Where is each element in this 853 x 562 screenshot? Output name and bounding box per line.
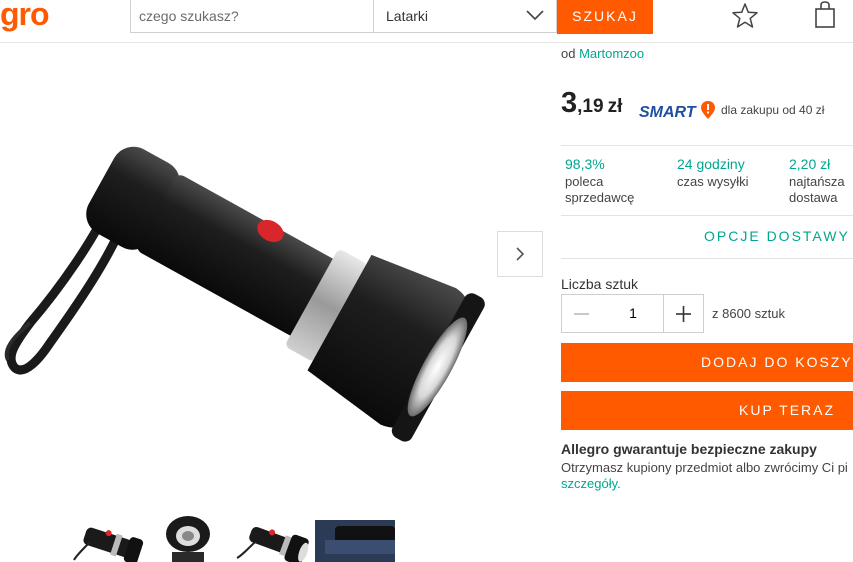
buy-now-button[interactable]: KUP TERAZ: [561, 391, 853, 430]
guarantee-title: Allegro gwarantuje bezpieczne zakupy: [561, 441, 817, 457]
quantity-increase-button[interactable]: [663, 295, 703, 332]
quantity-input[interactable]: [601, 295, 665, 332]
stat-label: dostawa: [789, 190, 838, 205]
star-icon[interactable]: [731, 2, 759, 30]
thumbnail-2[interactable]: [158, 512, 238, 562]
flashlight-thumbnail: [73, 527, 144, 562]
allegro-logo[interactable]: gro: [0, 0, 50, 33]
stat-label: czas wysyłki: [677, 174, 749, 189]
price-integer: 3: [561, 87, 578, 119]
quantity-stepper: [561, 294, 704, 333]
chevron-down-icon: [526, 10, 544, 21]
smart-badge[interactable]: SMART: [639, 100, 716, 122]
thumbnail-1[interactable]: [70, 512, 150, 562]
flashlight-thumbnail: [236, 526, 309, 562]
product-main-image[interactable]: [0, 58, 495, 458]
category-select-value: Latarki: [386, 8, 429, 24]
cart-icon[interactable]: [813, 1, 837, 29]
flashlight-thumbnail: [315, 520, 395, 562]
seller-info: od Martomzoo: [561, 46, 644, 61]
delivery-options-link[interactable]: OPCJE DOSTAWY: [704, 228, 853, 244]
gallery-next-button[interactable]: [497, 231, 543, 277]
stat-value: 24 godziny: [677, 156, 745, 172]
stat-label: sprzedawcę: [565, 190, 635, 205]
stat-label: poleca: [565, 174, 604, 189]
delivery-options-label: OPCJE DOSTAWY: [704, 228, 850, 244]
search-button[interactable]: SZUKAJ: [557, 0, 653, 34]
guarantee-text: Otrzymasz kupiony przedmiot albo zwrócim…: [561, 460, 848, 475]
price-currency: zł: [607, 96, 623, 117]
divider: [561, 215, 853, 216]
flashlight-thumbnail: [166, 516, 210, 562]
smart-note: dla zakupu od 40 zł: [721, 103, 825, 117]
search-box: [130, 0, 374, 33]
stat-label: najtańsza: [789, 174, 845, 189]
guarantee-details-label: szczegóły: [561, 476, 618, 491]
chevron-right-icon: [516, 247, 525, 261]
plus-icon: [676, 306, 691, 322]
search-input[interactable]: [131, 0, 373, 32]
thumbnail-4[interactable]: [315, 512, 395, 562]
quantity-decrease-button[interactable]: [562, 295, 602, 332]
seller-prefix: od: [561, 46, 576, 61]
top-header: gro Latarki SZUKAJ: [0, 0, 853, 43]
guarantee-details-link[interactable]: szczegóły.: [561, 476, 621, 491]
price: 3,19 zł: [561, 87, 622, 120]
smart-label: SMART: [639, 104, 696, 121]
stat-cheapest-delivery: 2,20 zł najtańsza dostawa: [789, 156, 845, 206]
add-to-cart-button[interactable]: DODAJ DO KOSZYKA: [561, 343, 853, 382]
minus-icon: [574, 313, 589, 315]
thumbnail-3[interactable]: [235, 512, 315, 562]
seller-link[interactable]: Martomzoo: [579, 46, 644, 61]
quantity-available: z 8600 sztuk: [712, 306, 785, 321]
stat-value: 2,20 zł: [789, 156, 831, 172]
category-select[interactable]: Latarki: [374, 0, 557, 33]
price-decimal: ,19: [577, 96, 604, 117]
divider: [561, 145, 853, 146]
quantity-label: Liczba sztuk: [561, 276, 639, 292]
smart-pin-icon: [701, 101, 716, 119]
stat-shipping-time: 24 godziny czas wysyłki: [677, 156, 749, 190]
stat-recommend: 98,3% poleca sprzedawcę: [565, 156, 634, 206]
flashlight-image: [4, 146, 485, 442]
divider: [561, 258, 853, 259]
stat-value: 98,3%: [565, 156, 605, 172]
